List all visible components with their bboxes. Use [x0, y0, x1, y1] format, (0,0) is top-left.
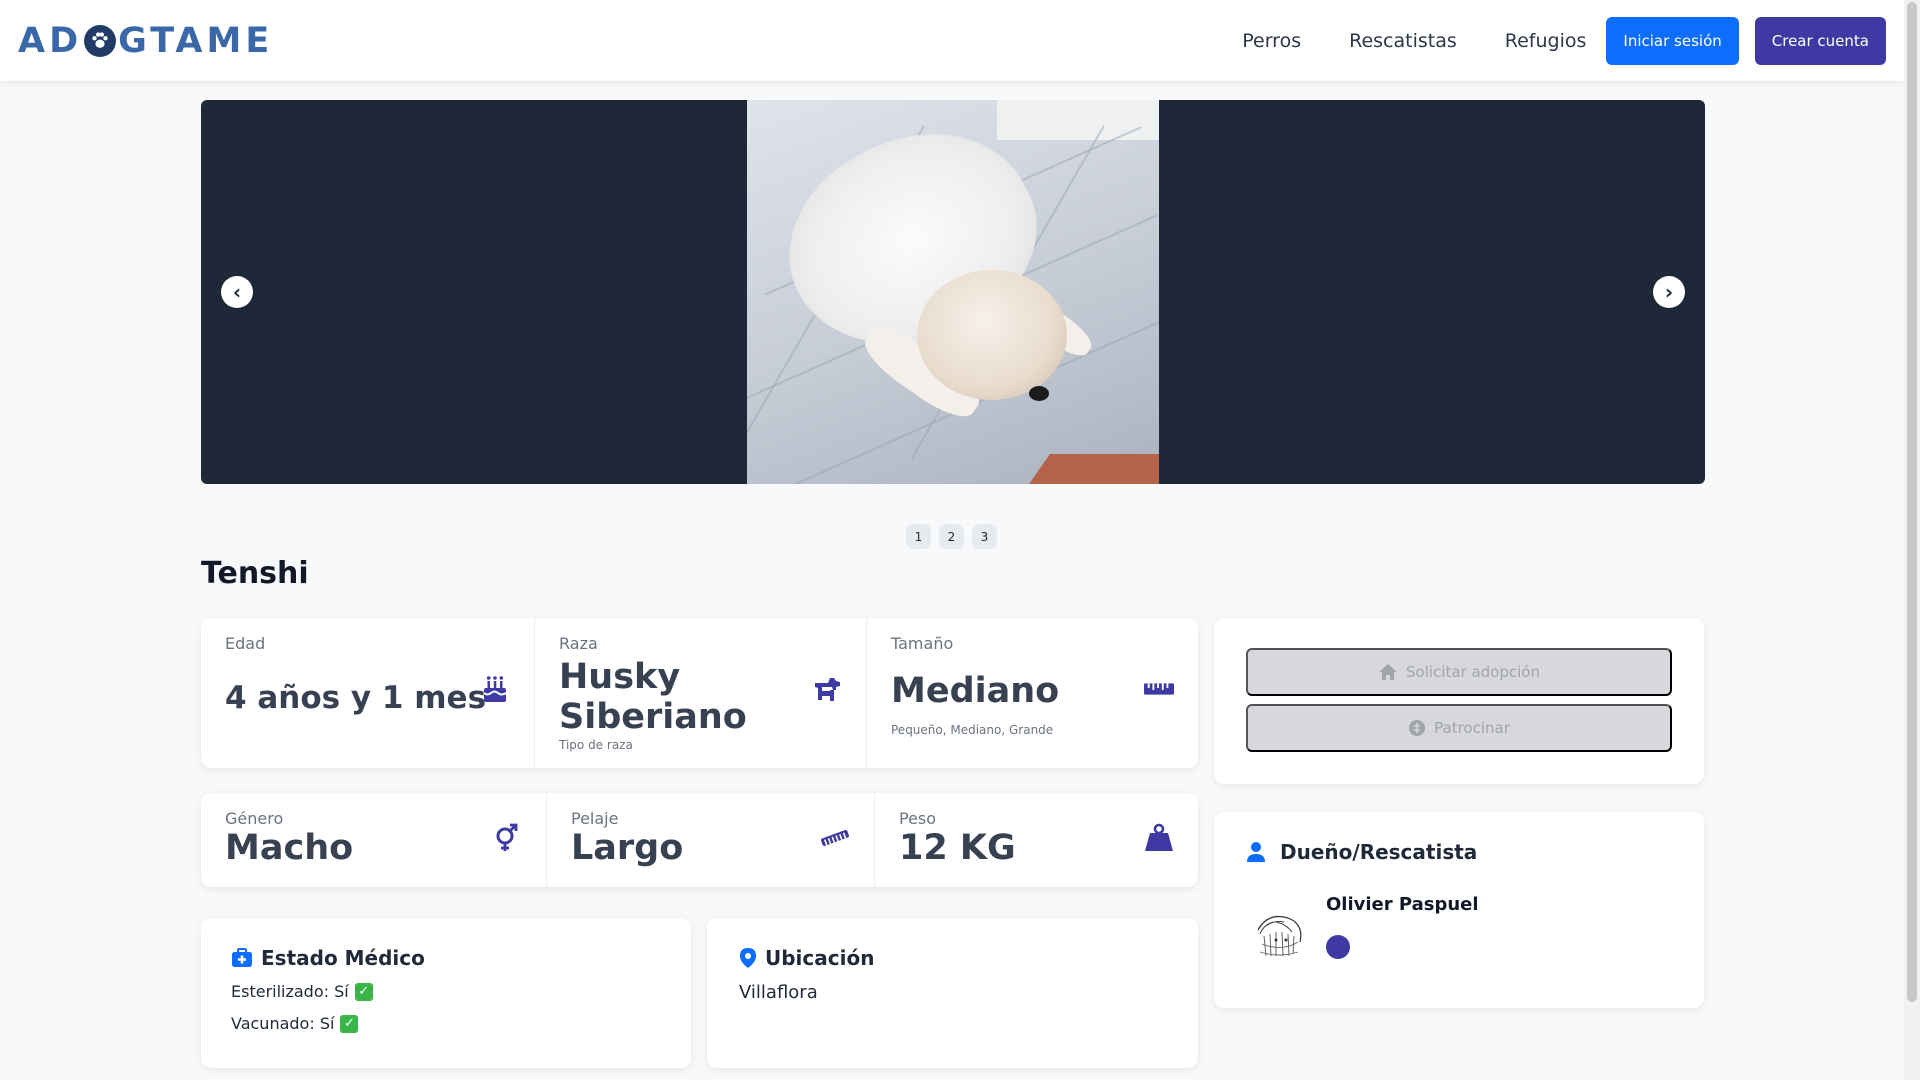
- actions-card: Solicitar adopción Patrocinar: [1214, 618, 1704, 784]
- medical-kit-icon: [232, 948, 252, 967]
- dog-head: [917, 270, 1067, 400]
- photo-carousel: ‹ ›: [201, 100, 1705, 484]
- page-scrollbar[interactable]: [1904, 0, 1920, 1080]
- weight-label: Peso: [899, 809, 937, 828]
- navbar: AD GTAME Perros Rescatistas Refugios Ini…: [0, 0, 1904, 81]
- signup-button[interactable]: Crear cuenta: [1754, 16, 1886, 65]
- nav-link-perros[interactable]: Perros: [1242, 30, 1301, 52]
- dog-nose: [1029, 386, 1049, 401]
- gender-value: Macho: [225, 828, 354, 868]
- age-value: 4 años y 1 mes: [225, 680, 487, 716]
- age-cell: Edad 4 años y 1 mes: [201, 618, 534, 768]
- adopt-request-label: Solicitar adopción: [1406, 663, 1540, 681]
- owner-card: Dueño/Rescatista Olivier Paspuel: [1214, 812, 1704, 1008]
- coat-cell: Pelaje Largo: [546, 793, 874, 887]
- home-icon: [1379, 664, 1398, 680]
- owner-title-text: Dueño/Rescatista: [1280, 840, 1478, 864]
- breed-sub: Tipo de raza: [559, 737, 633, 752]
- gender-icon: [492, 823, 522, 853]
- size-cell: Tamaño Mediano Pequeño, Mediano, Grande: [866, 618, 1198, 768]
- coin-icon: [1409, 720, 1426, 736]
- gender-label: Género: [225, 809, 284, 828]
- nav-links: Perros Rescatistas Refugios Iniciar sesi…: [1242, 16, 1886, 65]
- weight-icon: [1144, 823, 1174, 853]
- carousel-page-3[interactable]: 3: [972, 524, 997, 549]
- dog-name: Tenshi: [201, 556, 309, 591]
- location-card: Ubicación Villaflora: [707, 918, 1198, 1068]
- carousel-pagination: 1 2 3: [906, 524, 1005, 549]
- owner-name[interactable]: Olivier Paspuel: [1326, 894, 1479, 915]
- adopt-request-button[interactable]: Solicitar adopción: [1246, 648, 1672, 696]
- vaccinated-text: Vacunado: Sí: [231, 1014, 335, 1033]
- location-title-text: Ubicación: [765, 946, 875, 970]
- logo-text-left: AD: [18, 20, 83, 61]
- weight-cell: Peso 12 KG: [874, 793, 1198, 887]
- age-label: Edad: [225, 634, 266, 653]
- carousel-page-1[interactable]: 1: [906, 524, 931, 549]
- location-value: Villaflora: [739, 982, 818, 1003]
- ruler-icon: [1144, 674, 1174, 704]
- user-icon: [1247, 842, 1265, 862]
- medical-card: Estado Médico Esterilizado: Sí ✓ Vacunad…: [201, 918, 691, 1068]
- photo-floor-edge: [1029, 454, 1159, 484]
- sponsor-label: Patrocinar: [1434, 719, 1510, 737]
- size-sub: Pequeño, Mediano, Grande: [891, 723, 1054, 738]
- paw-icon: [84, 24, 117, 57]
- coat-value: Largo: [571, 828, 684, 868]
- owner-avatar[interactable]: [1246, 900, 1316, 970]
- dog-photo: [747, 100, 1159, 484]
- owner-status-dot: [1326, 935, 1350, 959]
- map-pin-icon: [740, 948, 756, 968]
- info-card-primary: Edad 4 años y 1 mes Raza Husky Siberiano…: [201, 618, 1198, 768]
- login-button[interactable]: Iniciar sesión: [1606, 16, 1739, 65]
- carousel-next-button[interactable]: ›: [1653, 276, 1685, 308]
- breed-value: Husky Siberiano: [559, 657, 747, 738]
- carousel-prev-button[interactable]: ‹: [221, 276, 253, 308]
- nav-link-refugios[interactable]: Refugios: [1505, 30, 1587, 52]
- owner-title: Dueño/Rescatista: [1246, 840, 1477, 864]
- size-value: Mediano: [891, 671, 1060, 711]
- weight-value: 12 KG: [899, 828, 1016, 868]
- check-icon: ✓: [340, 1014, 359, 1033]
- logo[interactable]: AD GTAME: [18, 21, 273, 61]
- logo-text-right: GTAME: [118, 20, 274, 61]
- dog-icon: [812, 674, 842, 704]
- breed-label: Raza: [559, 634, 598, 653]
- size-label: Tamaño: [891, 634, 954, 653]
- vaccinated-line: Vacunado: Sí ✓: [231, 1014, 359, 1033]
- coat-label: Pelaje: [571, 809, 619, 828]
- photo-wall: [997, 100, 1159, 140]
- location-title: Ubicación: [739, 946, 874, 970]
- sponsor-button[interactable]: Patrocinar: [1246, 704, 1672, 752]
- sterilized-line: Esterilizado: Sí ✓: [231, 982, 373, 1001]
- scrollbar-thumb[interactable]: [1907, 2, 1917, 1002]
- birthday-cake-icon: [480, 674, 510, 704]
- breed-cell: Raza Husky Siberiano Tipo de raza: [534, 618, 866, 768]
- comb-icon: [820, 823, 850, 853]
- info-card-secondary: Género Macho Pelaje Largo Peso 12 KG: [201, 793, 1198, 887]
- medical-title-text: Estado Médico: [261, 946, 425, 970]
- sterilized-text: Esterilizado: Sí: [231, 982, 349, 1001]
- medical-title: Estado Médico: [231, 946, 425, 970]
- carousel-page-2[interactable]: 2: [939, 524, 964, 549]
- check-icon: ✓: [354, 982, 373, 1001]
- gender-cell: Género Macho: [201, 793, 546, 887]
- nav-link-rescatistas[interactable]: Rescatistas: [1349, 30, 1457, 52]
